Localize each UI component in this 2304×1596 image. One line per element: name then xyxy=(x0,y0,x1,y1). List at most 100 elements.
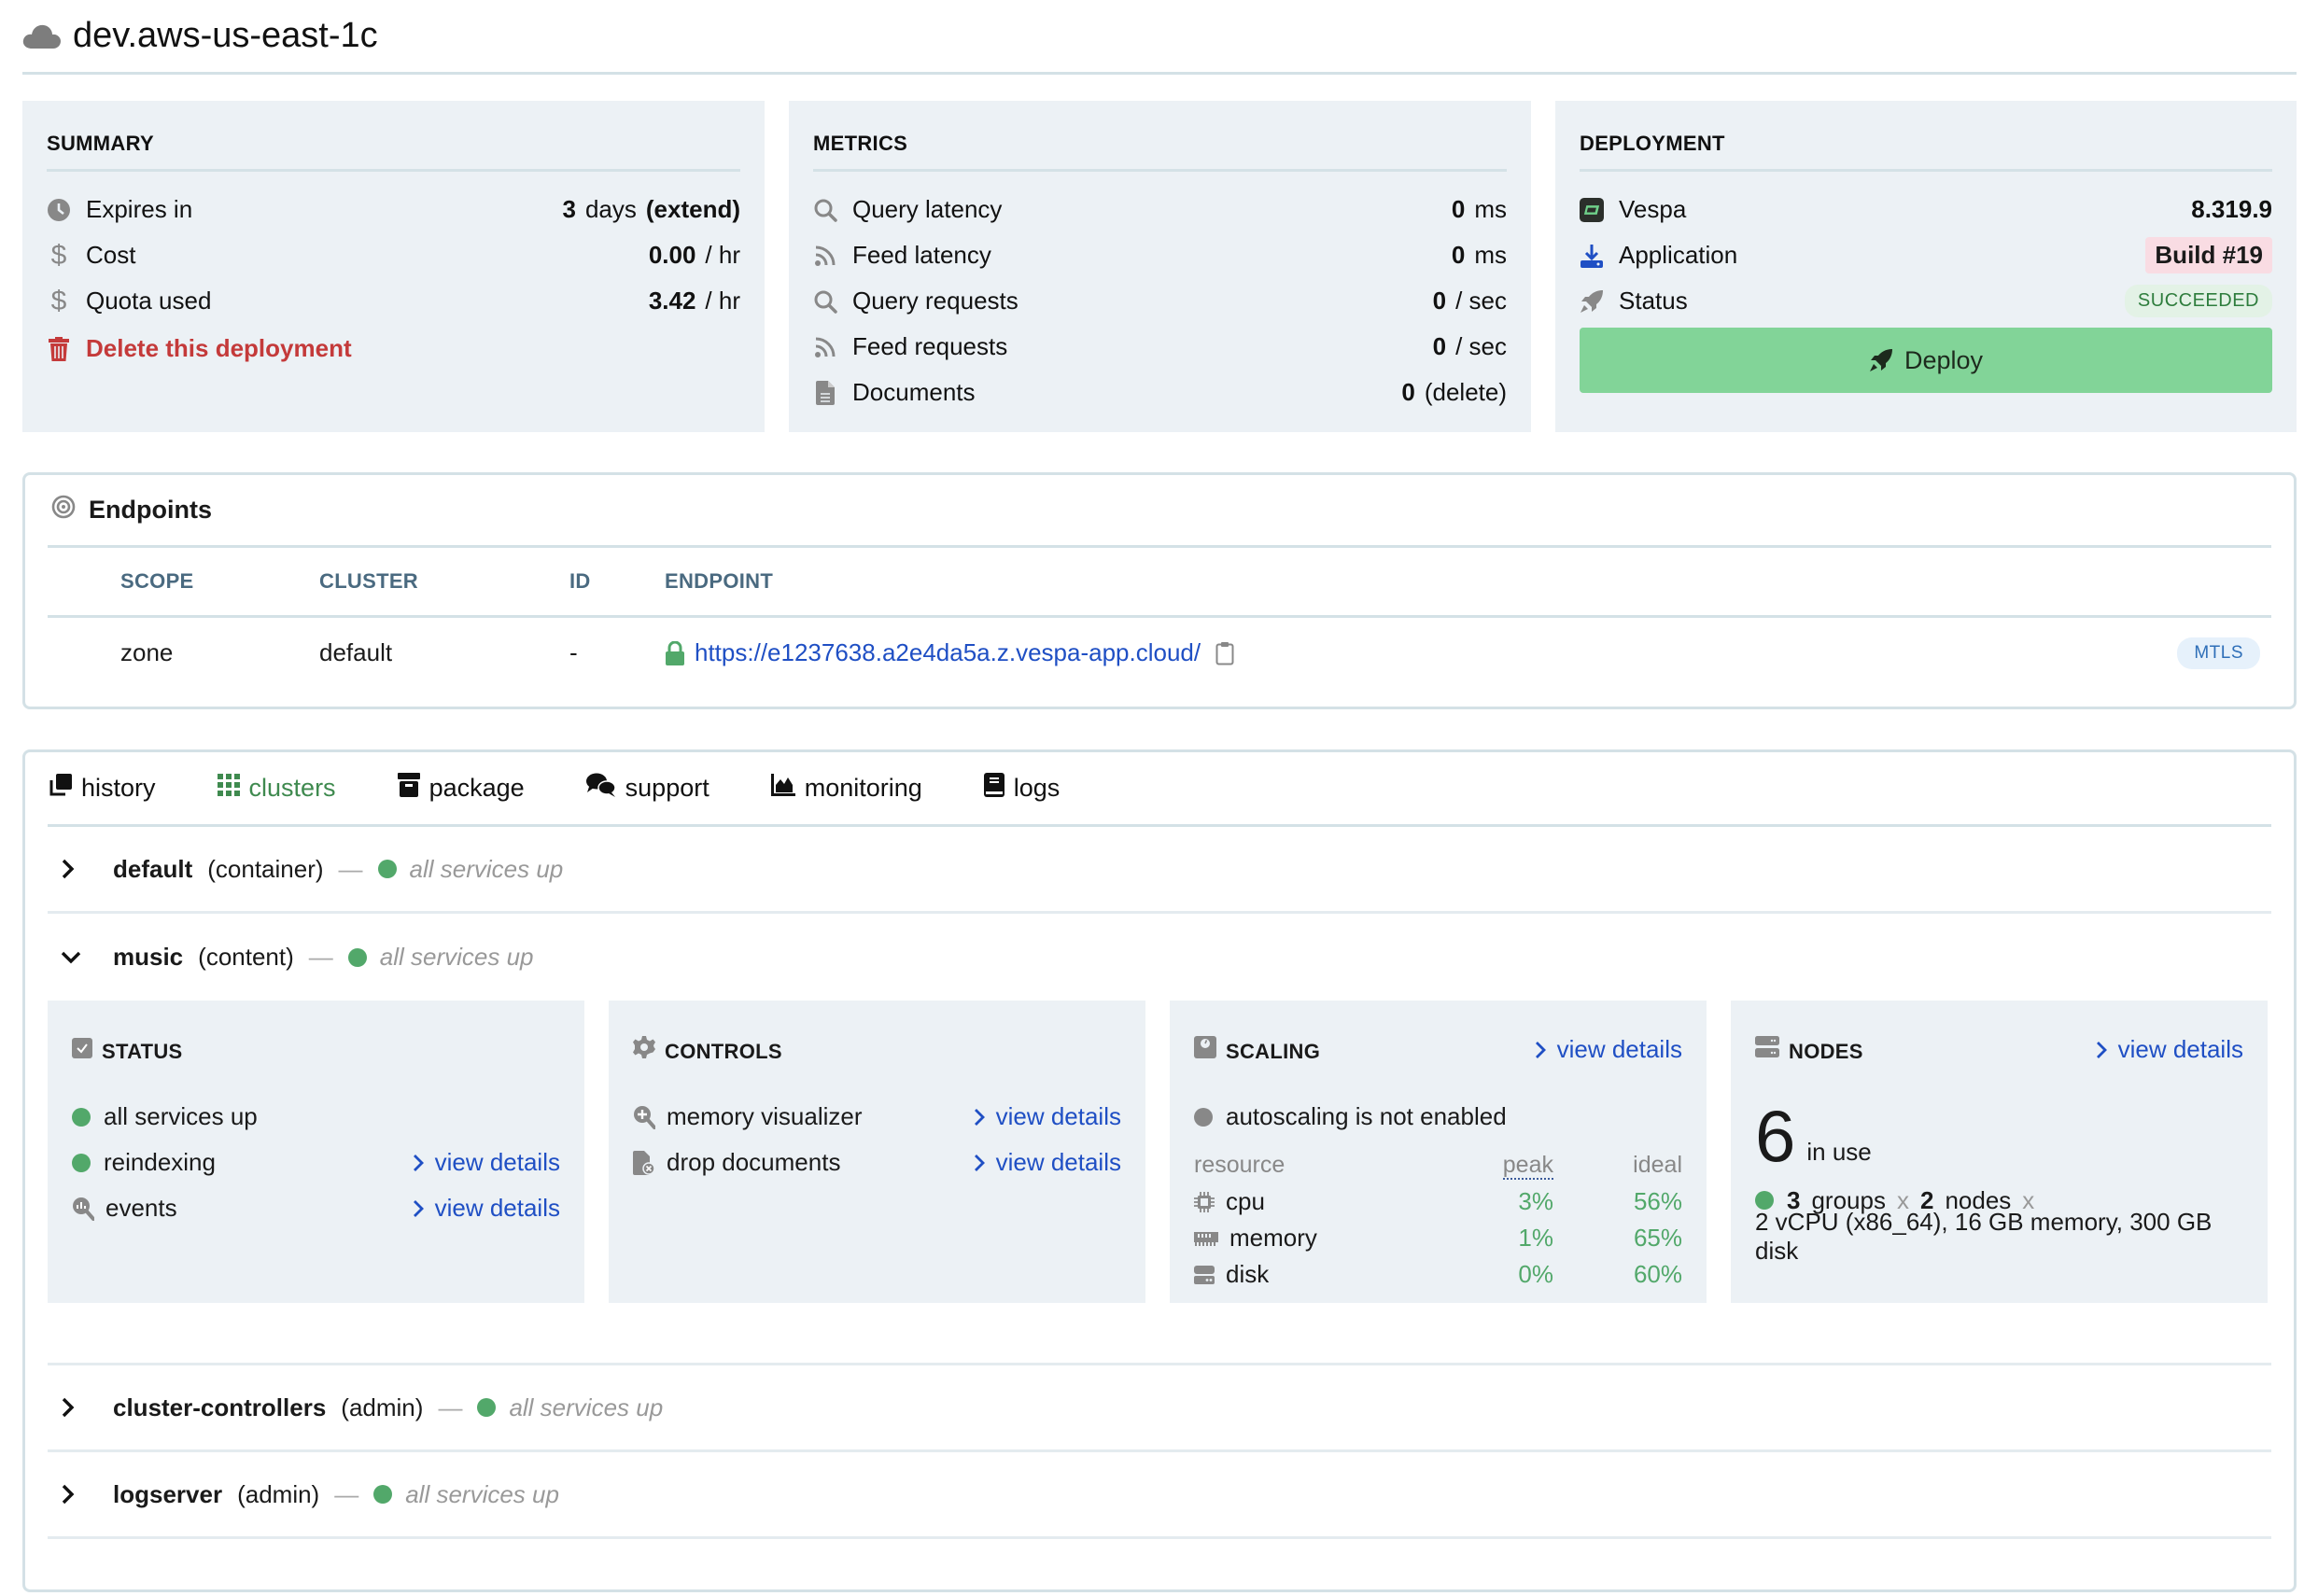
clusters-panel: history clusters package support monitor… xyxy=(22,749,2297,1592)
delete-deployment-link[interactable]: Delete this deployment xyxy=(47,326,740,371)
cluster-row-default[interactable]: default (container) — all services up xyxy=(48,827,2271,914)
comments-icon xyxy=(585,773,616,804)
controls-heading: CONTROLS xyxy=(665,1040,782,1063)
status-heading: STATUS xyxy=(102,1040,183,1063)
delete-documents-link[interactable]: (delete) xyxy=(1425,378,1507,407)
cloud-icon xyxy=(22,23,62,49)
status-dot xyxy=(477,1398,497,1417)
gear-icon xyxy=(633,1036,655,1064)
scaling-view-details-link[interactable]: view details xyxy=(1535,1035,1682,1064)
server-icon xyxy=(1755,1036,1779,1064)
events-view-details-link[interactable]: view details xyxy=(413,1194,560,1223)
metric-query-requests: Query requests 0 / sec xyxy=(813,278,1507,324)
trash-icon xyxy=(47,336,71,361)
archive-icon xyxy=(397,773,420,804)
controls-row-drop: drop documents view details xyxy=(633,1140,1121,1185)
tab-monitoring[interactable]: monitoring xyxy=(770,774,922,803)
cluster-row-music[interactable]: music (content) — all services up xyxy=(48,914,2271,1001)
table-row: disk 0% 60% xyxy=(1194,1256,1682,1293)
search-plus-icon xyxy=(633,1105,655,1129)
metric-query-latency: Query latency 0 ms xyxy=(813,187,1507,232)
mtls-badge: MTLS xyxy=(2177,637,2260,669)
nodes-view-details-link[interactable]: view details xyxy=(2096,1035,2243,1064)
tab-history[interactable]: history xyxy=(49,774,156,803)
controls-row-memory: memory visualizer view details xyxy=(633,1094,1121,1140)
chevron-right-icon[interactable] xyxy=(61,1484,83,1505)
memory-visualizer-view-details-link[interactable]: view details xyxy=(974,1102,1121,1131)
cluster-row-logserver[interactable]: logserver (admin) — all services up xyxy=(48,1452,2271,1539)
search-chart-icon xyxy=(72,1197,94,1221)
deployment-application-row: Application Build #19 xyxy=(1580,232,2272,278)
rocket-icon xyxy=(1869,349,1892,371)
status-dot xyxy=(373,1485,393,1504)
cluster-row-cluster-controllers[interactable]: cluster-controllers (admin) — all servic… xyxy=(48,1365,2271,1452)
deploy-button[interactable]: Deploy xyxy=(1580,328,2272,393)
peak-column-tooltip[interactable]: peak xyxy=(1502,1152,1553,1180)
rocket-icon xyxy=(1580,289,1604,314)
endpoints-table-header: SCOPE CLUSTER ID ENDPOINT xyxy=(48,548,2271,618)
history-icon xyxy=(49,774,72,803)
chevron-right-icon xyxy=(974,1108,985,1126)
file-delete-icon xyxy=(633,1150,655,1175)
rss-icon xyxy=(813,244,837,268)
chevron-right-icon xyxy=(2096,1041,2107,1058)
check-square-icon xyxy=(72,1038,92,1064)
chevron-right-icon[interactable] xyxy=(61,1397,83,1418)
status-card: STATUS all services up reindexing view d… xyxy=(48,1001,584,1303)
clipboard-icon[interactable] xyxy=(1215,641,1234,665)
drop-documents-view-details-link[interactable]: view details xyxy=(974,1148,1121,1177)
download-icon xyxy=(1580,244,1604,268)
nodes-in-use-count: 6 xyxy=(1755,1095,1796,1177)
application-download-link[interactable]: Application xyxy=(1619,241,2145,270)
summary-row-cost: $ Cost 0.00 / hr xyxy=(47,232,740,278)
chevron-right-icon xyxy=(413,1199,424,1217)
dollar-icon: $ xyxy=(50,285,67,316)
dollar-icon: $ xyxy=(50,239,67,271)
deployment-heading: DEPLOYMENT xyxy=(1580,101,2272,172)
area-chart-icon xyxy=(770,774,795,803)
clock-icon xyxy=(47,198,71,222)
endpoints-panel: Endpoints SCOPE CLUSTER ID ENDPOINT zone… xyxy=(22,472,2297,709)
summary-heading: SUMMARY xyxy=(47,101,740,172)
nodes-count: 6 in use xyxy=(1755,1095,1872,1177)
summary-row-quota: $ Quota used 3.42 / hr xyxy=(47,278,740,324)
memory-icon xyxy=(1194,1230,1218,1247)
summary-row-expires: Expires in 3 days (extend) xyxy=(47,187,740,232)
status-row-reindexing: reindexing view details xyxy=(72,1140,560,1185)
tab-bar: history clusters package support monitor… xyxy=(48,752,2271,827)
endpoint-scope: zone xyxy=(120,638,174,666)
table-row: cpu 3% 56% xyxy=(1194,1183,1682,1220)
endpoint-url-link[interactable]: https://e1237638.a2e4da5a.z.vespa-app.cl… xyxy=(695,638,1201,667)
endpoints-header: Endpoints xyxy=(48,475,2271,548)
status-dot xyxy=(1755,1191,1774,1210)
vespa-logo-icon xyxy=(1580,197,1604,222)
col-cluster: CLUSTER xyxy=(319,569,418,593)
reindexing-view-details-link[interactable]: view details xyxy=(413,1148,560,1177)
autoscaling-status: autoscaling is not enabled xyxy=(1194,1094,1682,1140)
controls-card: CONTROLS memory visualizer view details … xyxy=(609,1001,1145,1303)
search-icon xyxy=(813,289,837,314)
deployment-vespa-row: Vespa 8.319.9 xyxy=(1580,187,2272,232)
book-icon xyxy=(983,773,1004,804)
status-dot xyxy=(347,947,367,967)
chevron-right-icon[interactable] xyxy=(61,859,83,879)
chevron-down-icon[interactable] xyxy=(61,950,83,965)
scaling-table-header: resource peak ideal xyxy=(1194,1152,1682,1180)
tab-logs[interactable]: logs xyxy=(983,773,1060,804)
tab-clusters[interactable]: clusters xyxy=(217,774,336,803)
page-header: dev.aws-us-east-1c xyxy=(22,0,2297,75)
vespa-version: 8.319.9 xyxy=(2191,195,2272,223)
status-row-services: all services up xyxy=(72,1094,560,1140)
document-icon xyxy=(813,380,837,405)
endpoint-cluster: default xyxy=(319,638,393,666)
extend-link[interactable]: (extend) xyxy=(646,195,740,224)
metrics-heading: METRICS xyxy=(813,101,1507,172)
tab-support[interactable]: support xyxy=(585,773,709,804)
metric-feed-requests: Feed requests 0 / sec xyxy=(813,324,1507,370)
metrics-card: METRICS Query latency 0 ms Feed latency … xyxy=(789,101,1531,432)
tab-package[interactable]: package xyxy=(397,773,525,804)
scale-icon xyxy=(1194,1036,1216,1064)
nodes-spec: 2 vCPU (x86_64), 16 GB memory, 300 GB di… xyxy=(1755,1208,2213,1265)
chevron-right-icon xyxy=(413,1154,424,1171)
nodes-card: NODES view details 6 in use 3 groups x 2… xyxy=(1731,1001,2268,1303)
